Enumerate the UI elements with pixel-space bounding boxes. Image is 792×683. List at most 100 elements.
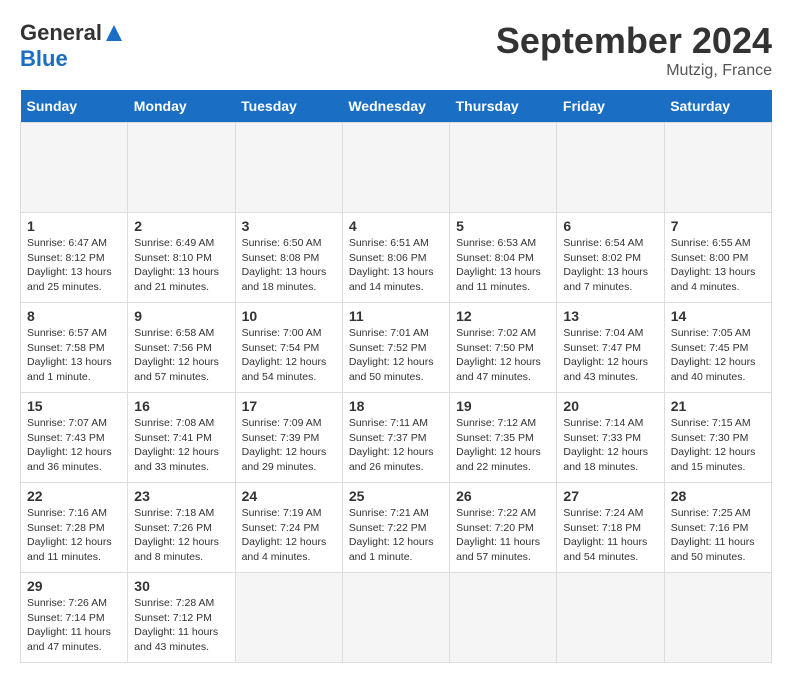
calendar-cell: 24Sunrise: 7:19 AM Sunset: 7:24 PM Dayli… — [235, 483, 342, 573]
calendar-cell — [664, 573, 771, 663]
day-info: Sunrise: 6:47 AM Sunset: 8:12 PM Dayligh… — [27, 236, 121, 295]
calendar-cell: 16 Sunrise: 7:08 AM Sunset: 7:41 PM Dayli… — [128, 393, 235, 483]
calendar-cell: 19 Sunrise: 7:12 AM Sunset: 7:35 PM Dayli… — [450, 393, 557, 483]
calendar-cell: 17Sunrise: 7:09 AM Sunset: 7:39 PM Dayli… — [235, 393, 342, 483]
logo-general-text: General — [20, 20, 102, 46]
day-number: 4 — [349, 218, 443, 234]
week-row-4: 22 Sunrise: 7:16 AM Sunset: 7:28 PM Dayli… — [21, 483, 772, 573]
day-info: Sunrise: 7:08 AM Sunset: 7:41 PM Dayligh… — [134, 416, 228, 475]
day-info: Sunrise: 7:21 AM Sunset: 7:22 PM Dayligh… — [349, 506, 443, 565]
calendar-cell: 14 Sunrise: 7:05 AM Sunset: 7:45 PM Dayli… — [664, 303, 771, 393]
week-row-3: 15 Sunrise: 7:07 AM Sunset: 7:43 PM Dayli… — [21, 393, 772, 483]
logo: General Blue — [20, 20, 124, 72]
day-number: 26 — [456, 488, 550, 504]
day-info: Sunrise: 7:28 AM Sunset: 7:12 PM Dayligh… — [134, 596, 228, 655]
day-number: 30 — [134, 578, 228, 594]
calendar-cell — [235, 123, 342, 213]
calendar-cell: 8 Sunrise: 6:57 AM Sunset: 7:58 PM Daylig… — [21, 303, 128, 393]
day-number: 7 — [671, 218, 765, 234]
column-header-thursday: Thursday — [450, 90, 557, 123]
logo-icon — [104, 23, 124, 43]
day-info: Sunrise: 7:00 AM Sunset: 7:54 PM Dayligh… — [242, 326, 336, 385]
calendar-cell: 2 Sunrise: 6:49 AM Sunset: 8:10 PM Daylig… — [128, 213, 235, 303]
calendar-cell — [557, 123, 664, 213]
calendar-cell: 20 Sunrise: 7:14 AM Sunset: 7:33 PM Dayli… — [557, 393, 664, 483]
calendar-table: SundayMondayTuesdayWednesdayThursdayFrid… — [20, 90, 772, 663]
day-number: 21 — [671, 398, 765, 414]
day-number: 29 — [27, 578, 121, 594]
day-info: Sunrise: 7:01 AM Sunset: 7:52 PM Dayligh… — [349, 326, 443, 385]
calendar-cell: 4 Sunrise: 6:51 AM Sunset: 8:06 PM Daylig… — [342, 213, 449, 303]
day-info: Sunrise: 7:26 AM Sunset: 7:14 PM Dayligh… — [27, 596, 121, 655]
column-header-saturday: Saturday — [664, 90, 771, 123]
calendar-cell — [342, 573, 449, 663]
month-title: September 2024 — [496, 20, 772, 62]
day-number: 15 — [27, 398, 121, 414]
day-number: 12 — [456, 308, 550, 324]
calendar-cell: 15 Sunrise: 7:07 AM Sunset: 7:43 PM Dayli… — [21, 393, 128, 483]
day-info: Sunrise: 6:49 AM Sunset: 8:10 PM Dayligh… — [134, 236, 228, 295]
column-header-sunday: Sunday — [21, 90, 128, 123]
day-info: Sunrise: 6:58 AM Sunset: 7:56 PM Dayligh… — [134, 326, 228, 385]
day-info: Sunrise: 7:07 AM Sunset: 7:43 PM Dayligh… — [27, 416, 121, 475]
day-info: Sunrise: 7:02 AM Sunset: 7:50 PM Dayligh… — [456, 326, 550, 385]
day-number: 14 — [671, 308, 765, 324]
calendar-cell — [342, 123, 449, 213]
calendar-cell: 23 Sunrise: 7:18 AM Sunset: 7:26 PM Dayli… — [128, 483, 235, 573]
day-number: 16 — [134, 398, 228, 414]
day-number: 2 — [134, 218, 228, 234]
calendar-cell: 10 Sunrise: 7:00 AM Sunset: 7:54 PM Dayli… — [235, 303, 342, 393]
day-info: Sunrise: 7:04 AM Sunset: 7:47 PM Dayligh… — [563, 326, 657, 385]
calendar-cell — [450, 123, 557, 213]
column-header-monday: Monday — [128, 90, 235, 123]
calendar-cell — [21, 123, 128, 213]
day-number: 9 — [134, 308, 228, 324]
day-number: 28 — [671, 488, 765, 504]
location: Mutzig, France — [496, 62, 772, 80]
day-number: 10 — [242, 308, 336, 324]
calendar-cell: 28 Sunrise: 7:25 AM Sunset: 7:16 PM Dayli… — [664, 483, 771, 573]
day-info: Sunrise: 6:53 AM Sunset: 8:04 PM Dayligh… — [456, 236, 550, 295]
column-header-tuesday: Tuesday — [235, 90, 342, 123]
day-info: Sunrise: 7:05 AM Sunset: 7:45 PM Dayligh… — [671, 326, 765, 385]
column-header-friday: Friday — [557, 90, 664, 123]
day-number: 13 — [563, 308, 657, 324]
day-number: 22 — [27, 488, 121, 504]
day-number: 18 — [349, 398, 443, 414]
day-info: Sunrise: 7:12 AM Sunset: 7:35 PM Dayligh… — [456, 416, 550, 475]
day-info: Sunrise: 6:51 AM Sunset: 8:06 PM Dayligh… — [349, 236, 443, 295]
week-row-0 — [21, 123, 772, 213]
day-number: 20 — [563, 398, 657, 414]
page-header: General Blue September 2024 Mutzig, Fran… — [20, 20, 772, 80]
day-number: 19 — [456, 398, 550, 414]
calendar-cell: 6Sunrise: 6:54 AM Sunset: 8:02 PM Daylig… — [557, 213, 664, 303]
calendar-cell: 11 Sunrise: 7:01 AM Sunset: 7:52 PM Dayli… — [342, 303, 449, 393]
day-info: Sunrise: 7:16 AM Sunset: 7:28 PM Dayligh… — [27, 506, 121, 565]
calendar-cell: 29 Sunrise: 7:26 AM Sunset: 7:14 PM Dayli… — [21, 573, 128, 663]
day-info: Sunrise: 6:55 AM Sunset: 8:00 PM Dayligh… — [671, 236, 765, 295]
day-info: Sunrise: 7:22 AM Sunset: 7:20 PM Dayligh… — [456, 506, 550, 565]
day-info: Sunrise: 6:57 AM Sunset: 7:58 PM Dayligh… — [27, 326, 121, 385]
day-info: Sunrise: 7:25 AM Sunset: 7:16 PM Dayligh… — [671, 506, 765, 565]
calendar-cell: 27Sunrise: 7:24 AM Sunset: 7:18 PM Dayli… — [557, 483, 664, 573]
calendar-cell: 1Sunrise: 6:47 AM Sunset: 8:12 PM Daylig… — [21, 213, 128, 303]
day-number: 11 — [349, 308, 443, 324]
title-section: September 2024 Mutzig, France — [496, 20, 772, 80]
day-info: Sunrise: 7:09 AM Sunset: 7:39 PM Dayligh… — [242, 416, 336, 475]
calendar-cell: 22 Sunrise: 7:16 AM Sunset: 7:28 PM Dayli… — [21, 483, 128, 573]
day-info: Sunrise: 7:11 AM Sunset: 7:37 PM Dayligh… — [349, 416, 443, 475]
column-header-wednesday: Wednesday — [342, 90, 449, 123]
day-number: 8 — [27, 308, 121, 324]
calendar-cell: 18 Sunrise: 7:11 AM Sunset: 7:37 PM Dayli… — [342, 393, 449, 483]
logo-blue-text: Blue — [20, 46, 68, 72]
calendar-cell: 3Sunrise: 6:50 AM Sunset: 8:08 PM Daylig… — [235, 213, 342, 303]
day-number: 6 — [563, 218, 657, 234]
day-info: Sunrise: 7:14 AM Sunset: 7:33 PM Dayligh… — [563, 416, 657, 475]
day-number: 23 — [134, 488, 228, 504]
calendar-cell: 26 Sunrise: 7:22 AM Sunset: 7:20 PM Dayli… — [450, 483, 557, 573]
day-number: 5 — [456, 218, 550, 234]
calendar-cell: 25 Sunrise: 7:21 AM Sunset: 7:22 PM Dayli… — [342, 483, 449, 573]
day-info: Sunrise: 7:18 AM Sunset: 7:26 PM Dayligh… — [134, 506, 228, 565]
day-number: 25 — [349, 488, 443, 504]
calendar-cell — [128, 123, 235, 213]
